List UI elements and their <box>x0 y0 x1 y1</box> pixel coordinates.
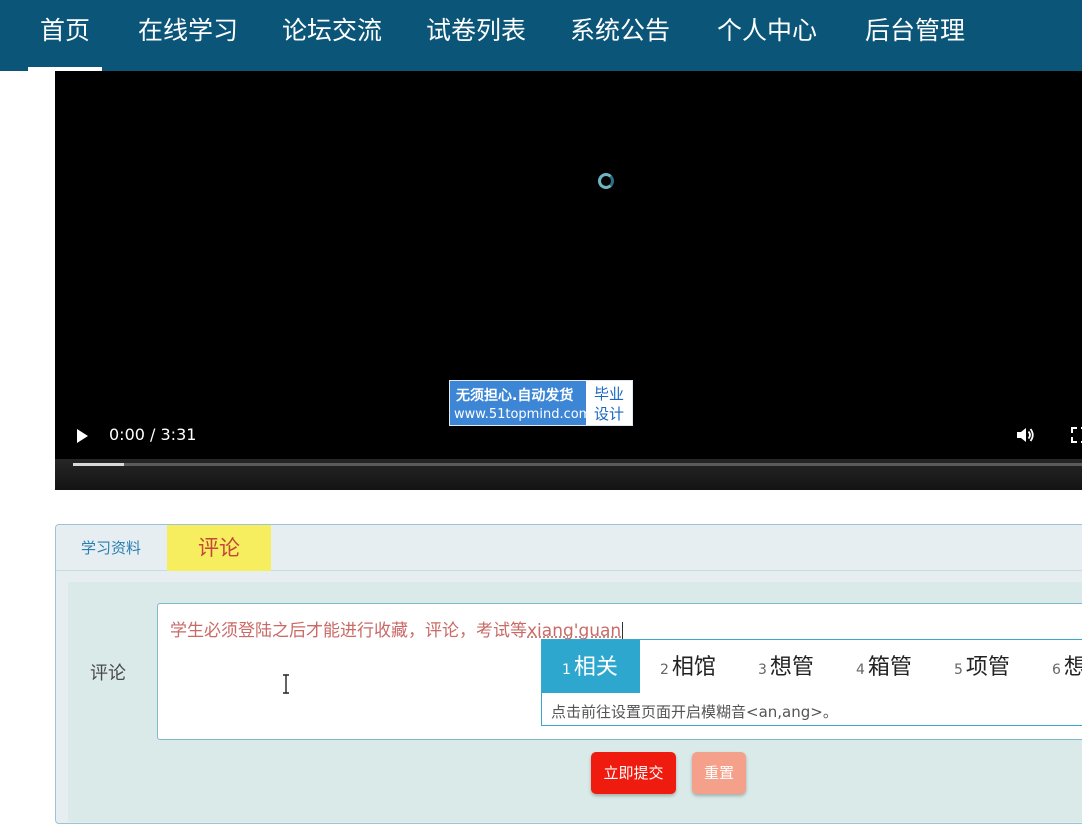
nav-item-online-learning[interactable]: 在线学习 <box>138 0 238 71</box>
tab-comments[interactable]: 评论 <box>167 525 271 571</box>
volume-icon[interactable] <box>1015 425 1035 445</box>
play-icon[interactable] <box>77 429 88 443</box>
video-player[interactable]: 无须担心.自动发货 www.51topmind.com 毕业 设计 0:00 /… <box>55 71 1082 490</box>
ime-candidate[interactable]: 1 相关 <box>542 640 640 693</box>
ime-candidate[interactable]: 4 箱管 <box>856 640 912 693</box>
tab-study-materials[interactable]: 学习资料 <box>56 525 166 571</box>
submit-button[interactable]: 立即提交 <box>591 752 676 794</box>
nav-item-announcements[interactable]: 系统公告 <box>570 0 670 71</box>
video-progress-fill <box>73 463 124 466</box>
watermark-text: 无须担心.自动发货 <box>456 385 573 405</box>
ime-candidate[interactable]: 2 相馆 <box>660 640 716 693</box>
ime-candidate[interactable]: 5 项管 <box>954 640 1010 693</box>
nav-item-personal-center[interactable]: 个人中心 <box>717 0 817 71</box>
ime-candidate[interactable]: 3 想管 <box>758 640 814 693</box>
comment-label: 评论 <box>90 659 126 685</box>
video-controls: 0:00 / 3:31 <box>55 411 1082 461</box>
nav-item-admin[interactable]: 后台管理 <box>865 0 965 71</box>
ime-candidate[interactable]: 6想 <box>1052 640 1082 693</box>
nav-item-home[interactable]: 首页 <box>40 0 90 71</box>
nav-item-forum[interactable]: 论坛交流 <box>282 0 382 71</box>
ime-candidate-window: 1 相关 2 相馆 3 想管 4 箱管 5 项管 6想 点击前往设置页面开启模糊音<an,… <box>541 639 1082 726</box>
video-progress-bar[interactable] <box>73 463 1082 466</box>
top-nav: 首页 在线学习 论坛交流 试卷列表 系统公告 个人中心 后台管理 <box>0 0 1082 71</box>
ime-composition: xiang'guan <box>527 621 621 641</box>
tab-bar: 学习资料 评论 <box>56 525 1082 571</box>
reset-button[interactable]: 重置 <box>692 752 746 794</box>
nav-item-exam-list[interactable]: 试卷列表 <box>426 0 526 71</box>
text-caret <box>622 622 623 641</box>
spinner-icon <box>598 173 614 189</box>
video-time: 0:00 / 3:31 <box>109 425 196 444</box>
ibeam-cursor-icon <box>282 674 290 694</box>
comment-text: 学生必须登陆之后才能进行收藏，评论，考试等 <box>170 621 527 641</box>
ime-hint[interactable]: 点击前往设置页面开启模糊音<an,ang>。 <box>551 701 838 722</box>
fullscreen-icon[interactable] <box>1071 427 1082 443</box>
